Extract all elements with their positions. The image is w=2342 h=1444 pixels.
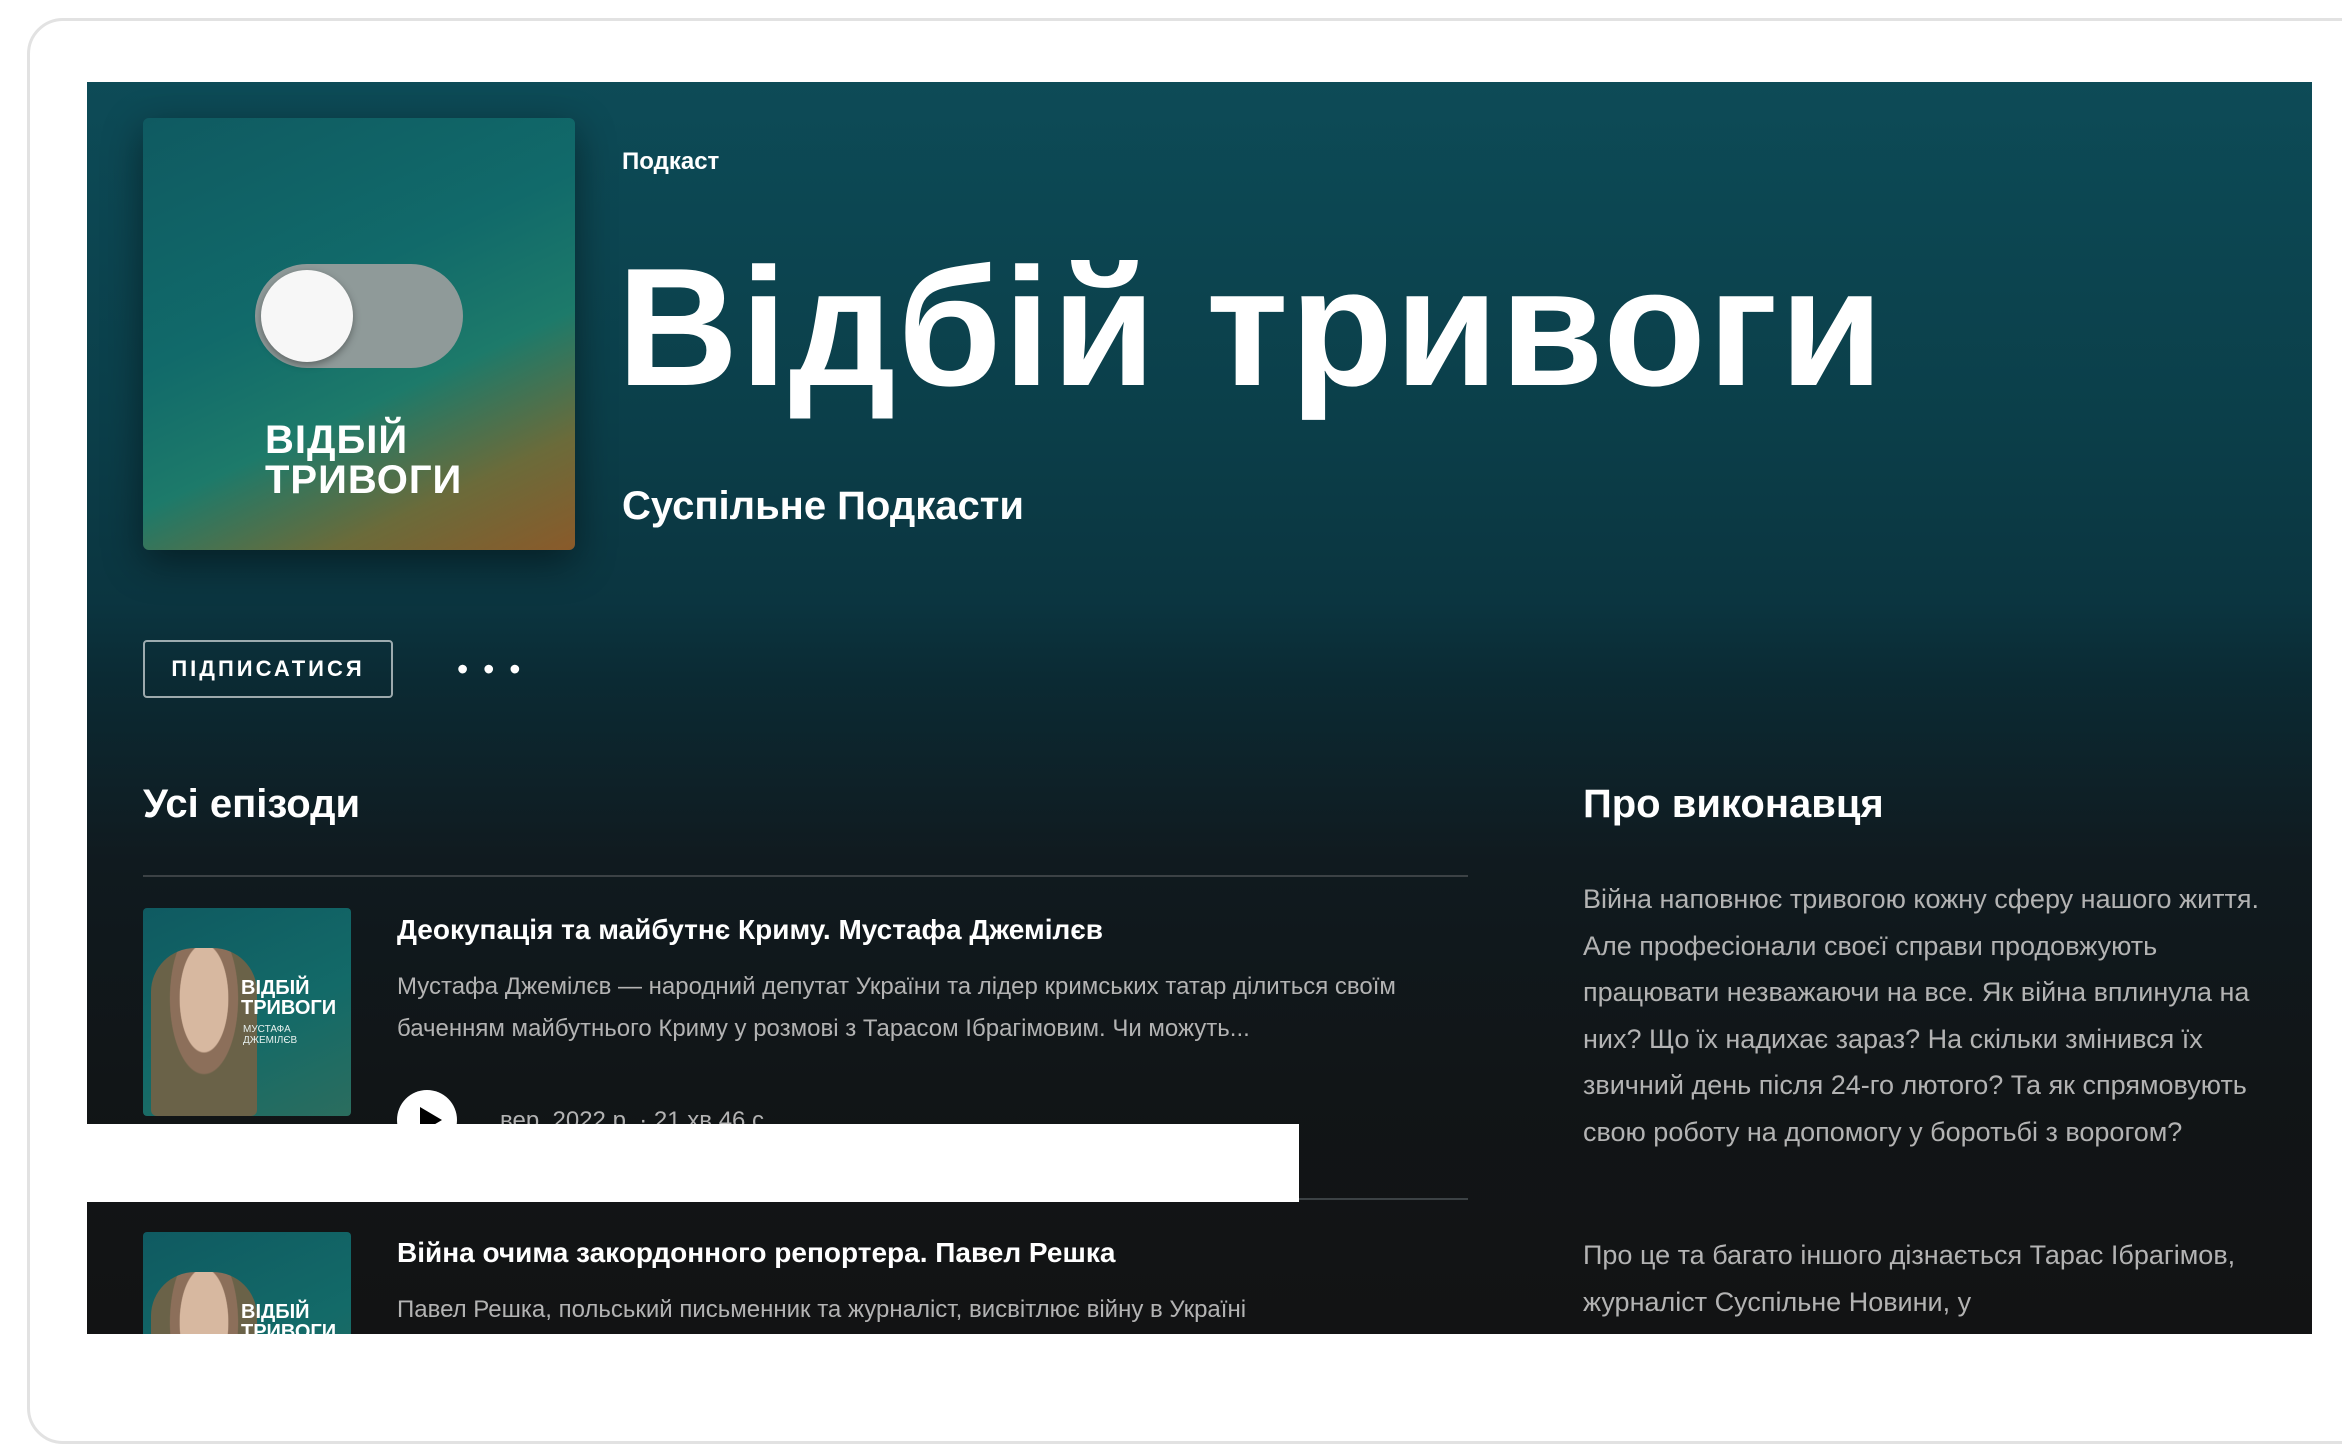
about-section-title: Про виконавця <box>1583 782 1884 826</box>
guest-photo <box>151 948 257 1116</box>
podcast-page: ВІДБІЙ ТРИВОГИ Подкаст Відбій тривоги Су… <box>87 82 2312 1334</box>
publisher-link[interactable]: Суспільне Подкасти <box>622 484 1024 529</box>
cover-title: ВІДБІЙ ТРИВОГИ <box>265 418 463 502</box>
content-type-label: Подкаст <box>622 148 720 175</box>
episode-cover-guest: МУСТАФА ДЖЕМІЛЄВ <box>243 1024 298 1046</box>
episode-title[interactable]: Війна очима закордонного репортера. Паве… <box>397 1237 1115 1269</box>
more-options-icon[interactable]: • • • <box>457 642 523 696</box>
episode-cover-title: ВІДБІЙ ТРИВОГИ <box>241 977 337 1019</box>
episode-cover-title: ВІДБІЙ ТРИВОГИ <box>241 1301 337 1334</box>
toggle-knob <box>261 270 353 362</box>
episode-description: Мустафа Джемілєв — народний депутат Укра… <box>397 973 1396 1042</box>
about-description: Війна наповнює тривогою кожну сферу нашо… <box>1583 884 2260 1147</box>
episodes-divider <box>143 875 1468 877</box>
episode-title[interactable]: Деокупація та майбутнє Криму. Мустафа Дж… <box>397 914 1103 946</box>
episode-description: Павел Решка, польський письменник та жур… <box>397 1296 1247 1323</box>
episode-cover: ВІДБІЙ ТРИВОГИ <box>143 1232 351 1334</box>
subscribe-button[interactable]: ПІДПИСАТИСЯ <box>143 640 393 698</box>
redaction-bar <box>87 1124 1299 1202</box>
toggle-switch-icon <box>255 264 463 368</box>
podcast-title: Відбій тривоги <box>617 233 1886 421</box>
episodes-section-title: Усі епізоди <box>143 782 361 826</box>
about-description-continued: Про це та багато іншого дізнається Тарас… <box>1583 1240 2236 1317</box>
episode-cover: ВІДБІЙ ТРИВОГИ МУСТАФА ДЖЕМІЛЄВ <box>143 908 351 1116</box>
podcast-cover: ВІДБІЙ ТРИВОГИ <box>143 118 575 550</box>
